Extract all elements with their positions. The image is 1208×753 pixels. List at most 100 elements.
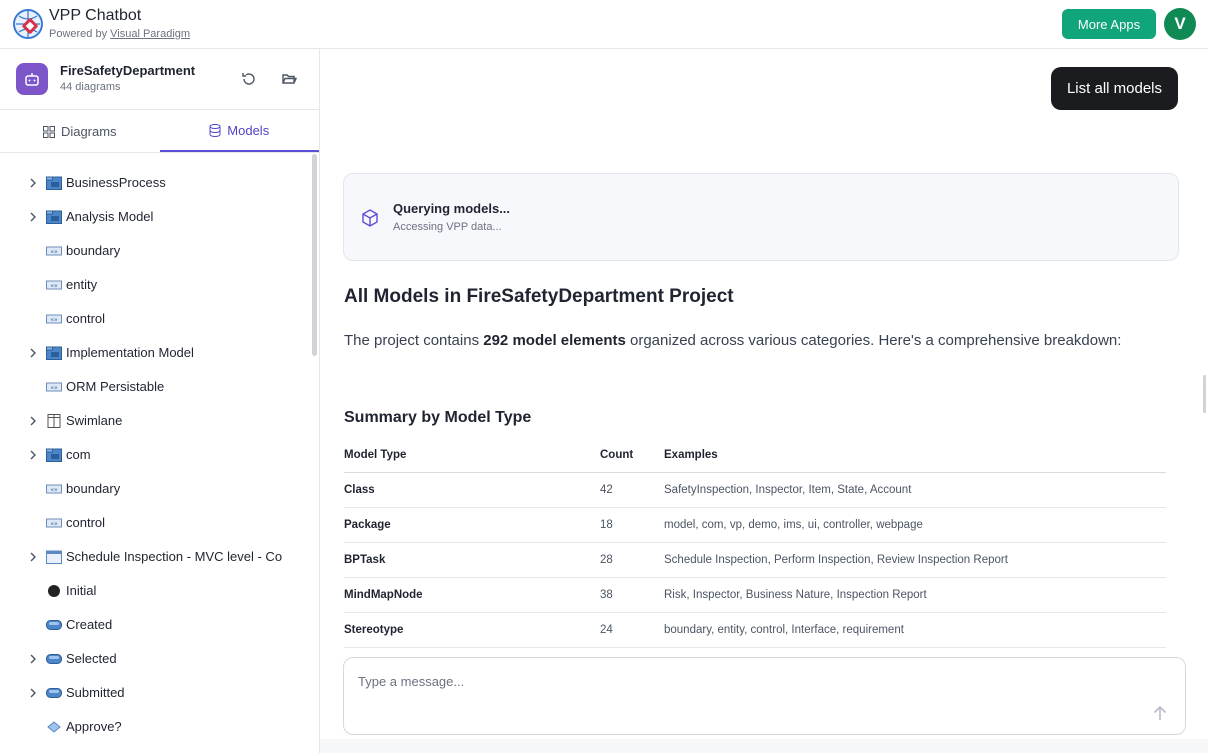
stereotype-icon: «» [46,516,62,530]
bottom-strip [320,739,1208,753]
tree-item[interactable]: Submitted [0,676,310,710]
swimlane-icon [46,414,62,428]
chevron-right-icon[interactable] [27,551,39,563]
tree-item[interactable]: Initial [0,574,310,608]
svg-text:«»: «» [50,249,58,256]
project-header: FireSafetyDepartment 44 diagrams [0,49,319,110]
column-header: Examples [664,438,1166,473]
powered-by-prefix: Powered by [49,28,111,40]
refresh-icon[interactable] [239,69,259,89]
model-tree: BusinessProcess Analysis Model «» boundary «… [0,166,310,744]
cell-type: Package [344,507,600,543]
tree-item[interactable]: «» control [0,506,310,540]
vpp-logo-icon [13,9,43,39]
chat-area: List all models Querying models... Acces… [320,49,1208,753]
cube-icon [362,209,378,227]
send-arrow-icon[interactable] [1151,704,1169,722]
visual-paradigm-link[interactable]: Visual Paradigm [110,28,190,40]
tree-item[interactable]: «» ORM Persistable [0,370,310,404]
stereotype-icon: «» [46,380,62,394]
package-icon [46,448,62,462]
tree-item[interactable]: «» control [0,302,310,336]
tree-item[interactable]: com [0,438,310,472]
svg-text:«»: «» [50,521,58,528]
diagram-count: 44 diagrams [60,81,121,93]
tree-item[interactable]: Schedule Inspection - MVC level - Co [0,540,310,574]
chevron-right-icon[interactable] [27,177,39,189]
cell-examples: Schedule Inspection, Perform Inspection,… [664,542,1166,578]
intro-before: The project contains [344,332,484,349]
cell-type: Class [344,472,600,508]
tree-item[interactable]: Created [0,608,310,642]
tree-item-label: boundary [66,243,121,258]
tree-item[interactable]: Implementation Model [0,336,310,370]
query-status-card: Querying models... Accessing VPP data... [343,173,1179,261]
message-input-box[interactable]: Type a message... [343,657,1186,735]
svg-text:«»: «» [50,317,58,324]
tree-item-label: Approve? [66,719,122,734]
tree-item-label: ORM Persistable [66,379,165,394]
column-header: Count [600,438,664,473]
query-title: Querying models... [393,201,511,216]
svg-text:«»: «» [50,283,58,290]
more-apps-button[interactable]: More Apps [1062,9,1156,39]
chevron-right-icon[interactable] [27,347,39,359]
tab-models-label: Models [227,123,270,138]
table-row: MindMapNode 38 Risk, Inspector, Business N… [344,577,1166,613]
tree-item-label: Submitted [66,685,125,700]
tree-item[interactable]: «» boundary [0,472,310,506]
tree-item-label: Analysis Model [66,209,154,224]
summary-table: Model Type Count Examples Class 42 SafetyI… [344,438,1166,648]
package-icon [46,210,62,224]
stereotype-icon: «» [46,244,62,258]
tree-item-label: control [66,311,106,326]
chevron-right-icon[interactable] [27,449,39,461]
tree-item-label: BusinessProcess [66,175,166,190]
cell-count: 38 [600,577,664,613]
chevron-right-icon[interactable] [27,415,39,427]
intro-after: organized across various categories. Her… [625,332,1122,349]
tab-diagrams-label: Diagrams [60,124,117,139]
sidebar: FireSafetyDepartment 44 diagrams Diagram… [0,49,320,753]
sidebar-scrollbar[interactable] [312,154,317,356]
tree-item-label: com [66,447,91,462]
tree-item[interactable]: BusinessProcess [0,166,310,200]
tab-diagrams[interactable]: Diagrams [0,111,160,152]
grid-icon [42,125,55,138]
tree-item[interactable]: «» entity [0,268,310,302]
tree-item-label: Selected [66,651,117,666]
cell-examples: Risk, Inspector, Business Nature, Inspec… [664,577,1166,613]
tree-item[interactable]: Analysis Model [0,200,310,234]
initial-node-icon [46,584,62,598]
main-scrollbar[interactable] [1203,375,1206,413]
message-input-placeholder[interactable]: Type a message... [358,674,464,689]
query-subtitle: Accessing VPP data... [393,221,502,233]
column-header: Model Type [344,438,600,473]
chevron-right-icon[interactable] [27,687,39,699]
package-icon [46,176,62,190]
project-name: FireSafetyDepartment [60,63,196,78]
table-header-row: Model Type Count Examples [344,438,1166,473]
app-title: VPP Chatbot [49,7,142,24]
tree-item[interactable]: Selected [0,642,310,676]
cell-count: 18 [600,507,664,543]
tree-item[interactable]: «» boundary [0,234,310,268]
stereotype-icon: «» [46,482,62,496]
tab-models[interactable]: Models [159,111,319,152]
chevron-right-icon[interactable] [27,211,39,223]
cell-type: BPTask [344,542,600,578]
chevron-right-icon[interactable] [27,653,39,665]
tree-item-label: control [66,515,106,530]
tree-item[interactable]: Swimlane [0,404,310,438]
user-avatar[interactable]: V [1164,8,1196,40]
tree-item-label: Created [66,617,113,632]
tree-item[interactable]: Approve? [0,710,310,744]
state-icon [46,652,62,666]
package-icon [46,346,62,360]
tree-item-label: boundary [66,481,121,496]
bot-icon [16,63,48,95]
cell-type: MindMapNode [344,577,600,613]
svg-text:«»: «» [50,487,58,494]
powered-by: Powered by Visual Paradigm [49,26,190,42]
folder-open-icon[interactable] [279,69,299,89]
